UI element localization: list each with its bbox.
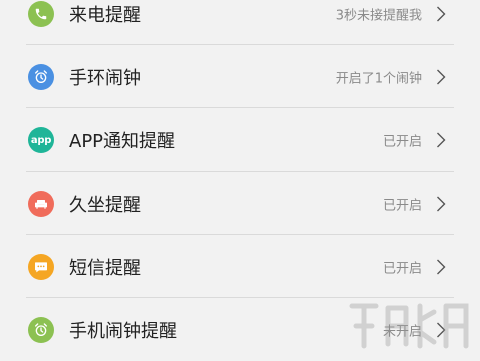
list-item-label: 手环闹钟 [69,67,141,89]
reminder-settings-list: 来电提醒 3秒未接提醒我 手环闹钟 开启了1个闹钟 app APP通知提醒 已开… [0,0,480,361]
list-item-call-reminder[interactable]: 来电提醒 3秒未接提醒我 [0,0,480,45]
list-item-status: 已开启 [382,134,422,150]
chevron-right-icon [437,6,446,21]
app-icon-text: app [30,134,52,146]
message-icon [28,253,54,280]
list-item-label: 短信提醒 [69,257,141,279]
chevron-right-icon [437,259,446,274]
list-item-sms-reminder[interactable]: 短信提醒 已开启 [0,235,480,298]
list-item-label: 手机闹钟提醒 [69,320,177,342]
alarm-clock-icon [28,63,54,90]
list-item-status: 未开启 [382,324,422,339]
alarm-clock-icon [28,316,54,343]
chevron-right-icon [437,196,446,211]
list-item-label: APP通知提醒 [69,131,176,152]
phone-icon [28,0,54,27]
list-item-phone-alarm-reminder[interactable]: 手机闹钟提醒 未开启 [0,298,480,361]
chevron-right-icon [437,322,446,337]
list-item-label: 久坐提醒 [69,194,141,216]
sofa-icon [28,190,54,217]
list-item-status: 3秒未接提醒我 [335,8,422,23]
list-item-band-alarm[interactable]: 手环闹钟 开启了1个闹钟 [0,45,480,108]
list-item-sedentary-reminder[interactable]: 久坐提醒 已开启 [0,172,480,235]
list-item-status: 已开启 [382,261,422,276]
chevron-right-icon [437,132,446,148]
app-icon: app [28,127,54,153]
list-item-app-notification[interactable]: app APP通知提醒 已开启 [0,108,480,172]
chevron-right-icon [437,69,446,84]
list-item-status: 已开启 [382,198,422,213]
list-item-status: 开启了1个闹钟 [335,71,422,86]
list-item-label: 来电提醒 [69,4,141,26]
